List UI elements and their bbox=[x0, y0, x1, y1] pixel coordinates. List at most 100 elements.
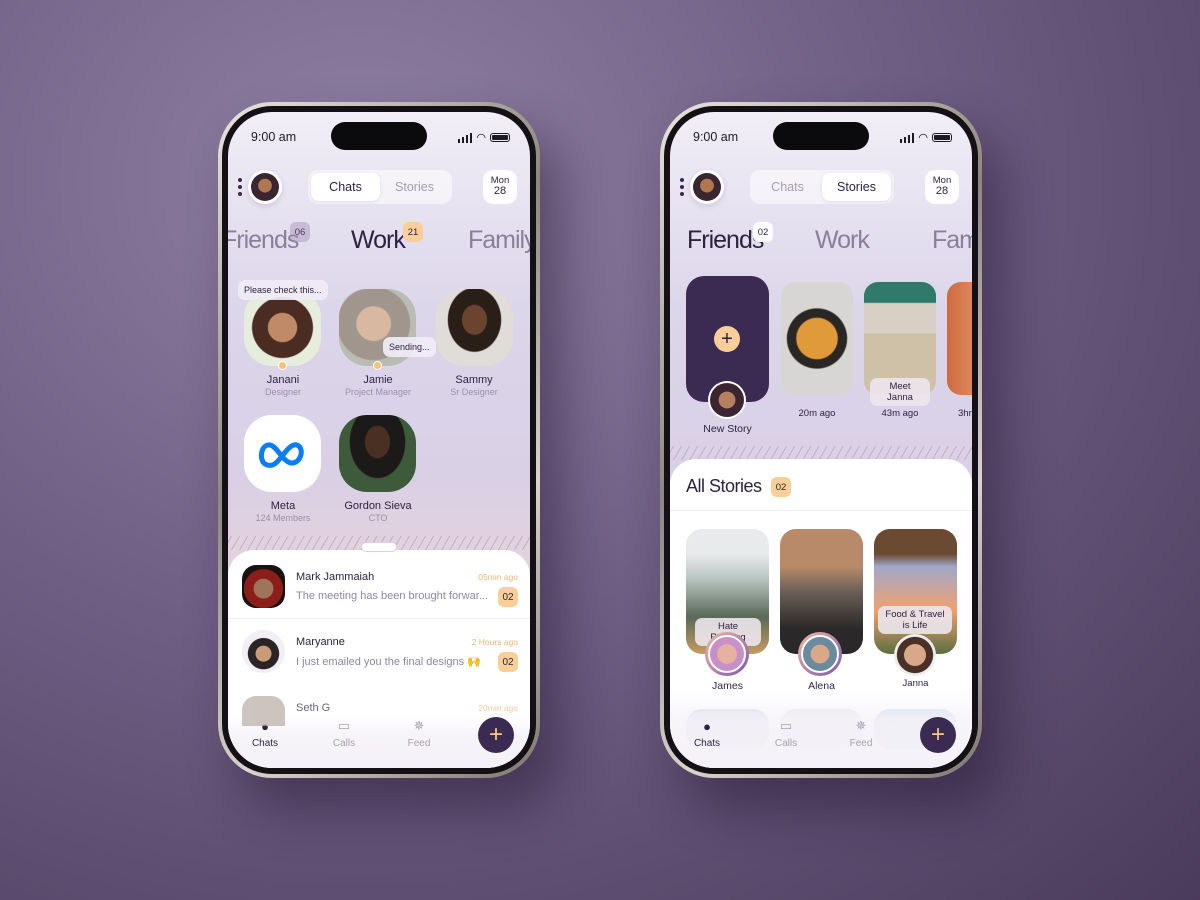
wifi-icon: ◠ bbox=[476, 132, 486, 144]
chat-preview: The meeting has been brought forwar... bbox=[296, 590, 489, 602]
contact-name: Jamie bbox=[363, 374, 393, 386]
date-button[interactable]: Mon 28 bbox=[925, 170, 959, 204]
profile-avatar[interactable] bbox=[248, 170, 282, 204]
typing-bubble: Sending... bbox=[383, 337, 436, 357]
category-family[interactable]: Family bbox=[468, 226, 530, 255]
my-avatar bbox=[708, 381, 746, 419]
wifi-icon: ◠ bbox=[918, 132, 928, 144]
story-thumbnail[interactable] bbox=[781, 282, 853, 395]
category-friends[interactable]: Friends bbox=[228, 226, 299, 255]
contact-gordon-avatar[interactable] bbox=[339, 415, 416, 492]
dynamic-island bbox=[773, 122, 869, 150]
nav-calls[interactable]: ▭ Calls bbox=[761, 718, 811, 749]
stories-screen: 9:00 am ◠ Chats Stories Mon 28 Friends 02… bbox=[670, 112, 972, 768]
video-icon: ▭ bbox=[779, 718, 793, 733]
chat-bubble-icon: ● bbox=[703, 718, 711, 734]
chat-row[interactable]: Seth G 20min ago bbox=[228, 686, 530, 726]
contact-role: CTO bbox=[368, 513, 388, 523]
contact-janani-avatar[interactable] bbox=[244, 289, 321, 366]
nav-feed[interactable]: ✵ Feed bbox=[836, 718, 886, 749]
chat-avatar bbox=[242, 630, 285, 673]
signal-icon bbox=[457, 132, 473, 143]
story-avatar[interactable] bbox=[894, 634, 936, 676]
chat-name: Mark Jammaiah bbox=[296, 571, 375, 583]
profile-avatar[interactable] bbox=[690, 170, 724, 204]
chats-stories-toggle[interactable]: Chats Stories bbox=[308, 170, 452, 204]
story-avatar[interactable] bbox=[798, 632, 842, 676]
all-stories-count: 02 bbox=[771, 477, 791, 497]
category-work[interactable]: Work bbox=[815, 226, 870, 255]
story-time: 43m ago bbox=[881, 408, 919, 419]
date-number: 28 bbox=[935, 185, 949, 197]
story-time: 20m ago bbox=[798, 408, 836, 419]
nav-chats[interactable]: ● Chats bbox=[682, 718, 732, 750]
chat-row[interactable]: Maryanne I just emailed you the final de… bbox=[228, 620, 530, 684]
nav-label: Chats bbox=[693, 738, 721, 749]
group-members: 124 Members bbox=[255, 513, 311, 523]
contact-role: Sr Designer bbox=[450, 387, 498, 397]
menu-icon[interactable] bbox=[238, 178, 242, 196]
group-meta-avatar[interactable] bbox=[244, 415, 321, 492]
loader-icon: ✵ bbox=[413, 718, 425, 733]
tab-stories[interactable]: Stories bbox=[822, 173, 891, 201]
contact-sammy-avatar[interactable] bbox=[436, 289, 513, 366]
chat-name: Maryanne bbox=[296, 636, 345, 648]
status-icons: ◠ bbox=[899, 131, 952, 144]
tab-stories[interactable]: Stories bbox=[380, 173, 449, 201]
chat-avatar bbox=[242, 696, 285, 726]
story-caption: Food & Travel is Life bbox=[878, 606, 952, 634]
nav-label: Feed bbox=[849, 738, 873, 749]
nav-label: Calls bbox=[332, 738, 356, 749]
contact-role: Project Manager bbox=[344, 387, 412, 397]
status-icons: ◠ bbox=[457, 131, 510, 144]
chat-name: Seth G bbox=[296, 702, 331, 714]
dynamic-island bbox=[331, 122, 427, 150]
unread-badge: 02 bbox=[498, 652, 518, 672]
tab-chats[interactable]: Chats bbox=[753, 173, 822, 201]
divider bbox=[670, 510, 972, 511]
hatch-divider bbox=[670, 446, 972, 460]
nav-calls[interactable]: ▭ Calls bbox=[319, 718, 369, 749]
status-time: 9:00 am bbox=[251, 130, 297, 144]
story-caption: Meet Janna bbox=[870, 378, 930, 406]
category-family[interactable]: Fam bbox=[932, 226, 972, 255]
new-chat-button[interactable]: + bbox=[478, 717, 514, 753]
chats-stories-toggle[interactable]: Chats Stories bbox=[750, 170, 894, 204]
contact-name: Gordon Sieva bbox=[344, 500, 412, 512]
new-story-button[interactable]: + bbox=[920, 717, 956, 753]
chat-time: 20min ago bbox=[478, 703, 518, 713]
category-work[interactable]: Work bbox=[351, 226, 406, 255]
phone-chats: 9:00 am ◠ Chats Stories Mon 28 Friends 06… bbox=[218, 102, 540, 778]
chats-screen: 9:00 am ◠ Chats Stories Mon 28 Friends 06… bbox=[228, 112, 530, 768]
group-name: Meta bbox=[270, 500, 296, 512]
date-button[interactable]: Mon 28 bbox=[483, 170, 517, 204]
tab-chats[interactable]: Chats bbox=[311, 173, 380, 201]
message-preview-bubble: Please check this... bbox=[238, 280, 328, 300]
unread-badge: 02 bbox=[498, 587, 518, 607]
nav-feed[interactable]: ✵ Feed bbox=[394, 718, 444, 749]
plus-icon[interactable]: + bbox=[714, 326, 740, 352]
chat-preview: I just emailed you the final designs 🙌 bbox=[296, 656, 481, 668]
nav-label: Feed bbox=[407, 738, 431, 749]
category-friends[interactable]: Friends bbox=[687, 226, 764, 255]
story-thumbnail[interactable] bbox=[947, 282, 972, 395]
story-time: 3hr bbox=[958, 408, 972, 419]
sheet-drag-handle[interactable] bbox=[361, 542, 397, 552]
new-story-label: New Story bbox=[703, 423, 752, 435]
contact-name: Janani bbox=[266, 374, 300, 386]
date-number: 28 bbox=[493, 185, 507, 197]
menu-icon[interactable] bbox=[680, 178, 684, 196]
all-stories-title: All Stories bbox=[686, 476, 762, 496]
online-indicator bbox=[278, 361, 287, 370]
friends-badge: 02 bbox=[753, 222, 773, 242]
nav-label: Chats bbox=[251, 738, 279, 749]
contact-name: Sammy bbox=[455, 374, 493, 386]
chat-time: 2 Hours ago bbox=[471, 637, 518, 647]
video-icon: ▭ bbox=[337, 718, 351, 733]
loader-icon: ✵ bbox=[855, 718, 867, 733]
friends-badge: 06 bbox=[290, 222, 310, 242]
battery-icon bbox=[490, 133, 510, 142]
chat-row[interactable]: Mark Jammaiah The meeting has been broug… bbox=[228, 555, 530, 619]
story-avatar[interactable] bbox=[705, 632, 749, 676]
signal-icon bbox=[899, 132, 915, 143]
